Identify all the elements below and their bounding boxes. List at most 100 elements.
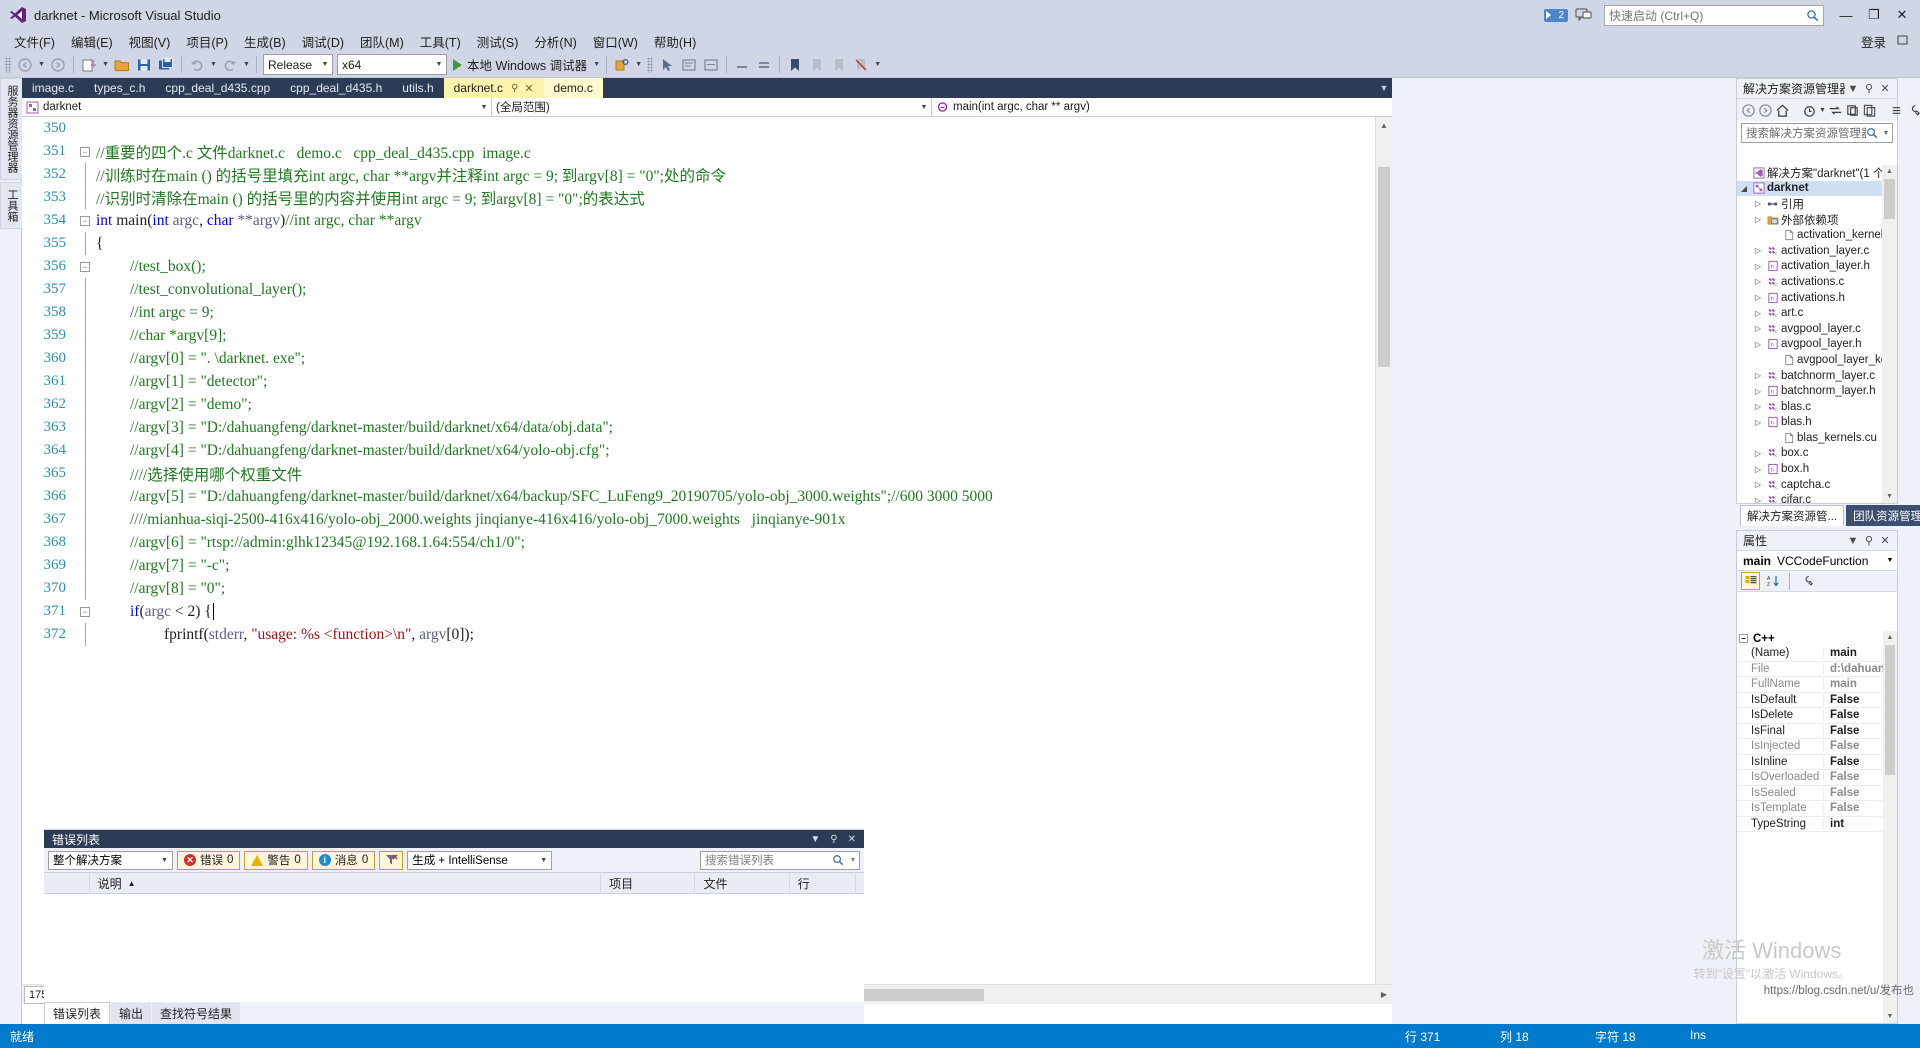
open-file-icon[interactable] — [111, 54, 133, 75]
code-line[interactable]: 365 ////选择使用哪个权重文件 — [22, 462, 1375, 485]
tab-types-c-h[interactable]: types_c.h — [84, 78, 155, 98]
tree-item[interactable]: ▷ c activation_layer.c — [1737, 243, 1897, 259]
fold-column[interactable] — [74, 531, 96, 554]
code-line[interactable]: 366 //argv[5] = "D:/dahuangfeng/darknet-m… — [22, 485, 1375, 508]
fold-column[interactable] — [74, 623, 96, 646]
error-list-search-input[interactable]: 搜索错误列表 ▼ — [700, 850, 860, 870]
chevron-down-icon[interactable]: ▼ — [847, 857, 859, 864]
tree-item[interactable]: ▷ c activations.c — [1737, 274, 1897, 290]
tree-item[interactable]: ▷ c art.c — [1737, 305, 1897, 321]
collapse-region-icon[interactable]: − — [80, 146, 90, 157]
expand-arrow-icon[interactable]: ▷ — [1751, 387, 1765, 396]
close-icon[interactable]: ✕ — [1877, 534, 1893, 547]
pin-icon[interactable]: ⚲ — [1861, 82, 1877, 95]
error-list-body[interactable] — [44, 894, 864, 1002]
collapse-box-icon[interactable]: − — [1739, 634, 1748, 643]
redo-icon[interactable] — [219, 54, 241, 75]
bookmark-prev-icon[interactable] — [806, 54, 828, 75]
fold-column[interactable] — [74, 508, 96, 531]
menu-help[interactable]: 帮助(H) — [646, 30, 704, 53]
bookmark-icon[interactable] — [784, 54, 806, 75]
scroll-right-icon[interactable]: ▶ — [1376, 990, 1392, 999]
tree-item[interactable]: ▷ c avgpool_layer.c — [1737, 321, 1897, 337]
expand-arrow-icon[interactable]: ▷ — [1751, 293, 1765, 302]
tree-item[interactable]: activation_kernels.cu — [1737, 227, 1897, 243]
navigate-backward-icon[interactable] — [14, 54, 36, 75]
properties-category-row[interactable]: − C++ — [1737, 631, 1897, 646]
fold-column[interactable] — [74, 186, 96, 209]
tab-find-symbol-results[interactable]: 查找符号结果 — [152, 1003, 241, 1024]
tree-item[interactable]: ▷ h batchnorm_layer.h — [1737, 383, 1897, 399]
pin-icon[interactable]: ⚲ — [830, 834, 837, 845]
property-row[interactable]: IsInline False — [1737, 755, 1897, 770]
sync-icon[interactable] — [1828, 101, 1843, 120]
collapse-region-icon[interactable]: − — [80, 215, 90, 226]
code-line[interactable]: 372 fprintf(stderr, "usage: %s <function>… — [22, 623, 1375, 646]
property-row[interactable]: IsFinal False — [1737, 724, 1897, 739]
server-explorer-tab[interactable]: 服务器资源管理器 — [0, 78, 24, 180]
expand-collapse-icon[interactable] — [1889, 101, 1904, 120]
fold-column[interactable]: − — [74, 255, 96, 278]
property-row[interactable]: TypeString int — [1737, 817, 1897, 832]
code-line[interactable]: 354 − int main(int argc, char **argv)//int… — [22, 209, 1375, 232]
fold-column[interactable] — [74, 370, 96, 393]
property-row[interactable]: IsTemplate False — [1737, 801, 1897, 817]
code-line[interactable]: 364 //argv[4] = "D:/dahuangfeng/darknet-m… — [22, 439, 1375, 462]
tab-image-c[interactable]: image.c — [22, 78, 84, 98]
menu-debug[interactable]: 调试(D) — [294, 30, 352, 53]
categorized-view-icon[interactable] — [1741, 572, 1760, 590]
expand-arrow-icon[interactable]: ▷ — [1751, 480, 1765, 489]
menu-edit[interactable]: 编辑(E) — [63, 30, 121, 53]
restore-down-icon[interactable] — [1896, 33, 1912, 50]
tree-item[interactable]: ▷ c cifar.c — [1737, 492, 1897, 503]
tree-item[interactable]: ▷ c captcha.c — [1737, 477, 1897, 493]
menu-project[interactable]: 项目(P) — [178, 30, 236, 53]
code-line[interactable]: 370 //argv[8] = "0"; — [22, 577, 1375, 600]
tree-item[interactable]: blas_kernels.cu — [1737, 430, 1897, 446]
menu-team[interactable]: 团队(M) — [352, 30, 412, 53]
expand-arrow-icon[interactable]: ▷ — [1751, 465, 1765, 474]
solution-tree-scrollbar[interactable]: ▲ ▼ — [1882, 165, 1897, 503]
tab-demo-c[interactable]: demo.c — [543, 78, 603, 98]
project-scope-combo[interactable]: darknet ▼ — [22, 97, 492, 117]
fold-column[interactable] — [74, 278, 96, 301]
bookmark-clear-icon[interactable] — [850, 54, 872, 75]
uncomment-selection-icon[interactable] — [700, 54, 722, 75]
tree-item[interactable]: ▷ 引用 — [1737, 196, 1897, 212]
new-project-dropdown-icon[interactable]: ▼ — [100, 54, 111, 75]
home-icon[interactable] — [1775, 101, 1790, 120]
col-description[interactable]: 说明 ▲ — [90, 872, 602, 894]
toolbox-tab[interactable]: 工具箱 — [0, 182, 24, 229]
code-line[interactable]: 362 //argv[2] = "demo"; — [22, 393, 1375, 416]
fold-column[interactable] — [74, 416, 96, 439]
code-line[interactable]: 357 //test_convolutional_layer(); — [22, 278, 1375, 301]
properties-icon[interactable] — [1906, 101, 1920, 120]
tree-item[interactable]: ▷ c box.c — [1737, 446, 1897, 462]
pointer-icon[interactable] — [656, 54, 678, 75]
pin-icon[interactable]: ⚲ — [1861, 534, 1877, 547]
forward-icon[interactable] — [1758, 101, 1773, 120]
tab-cpp-deal-h[interactable]: cpp_deal_d435.h — [280, 78, 392, 98]
fold-column[interactable] — [74, 301, 96, 324]
dropdown-icon[interactable]: ▼ — [1845, 535, 1861, 547]
tree-item[interactable]: ▷ h activations.h — [1737, 290, 1897, 306]
solution-node-row[interactable]: 解决方案"darknet"(1 个项目 — [1737, 165, 1897, 181]
scroll-thumb[interactable] — [1885, 645, 1895, 775]
project-node-row[interactable]: ◢ darknet — [1737, 180, 1897, 197]
clear-filters-button[interactable] — [379, 850, 404, 870]
warnings-filter-button[interactable]: 警告 0 — [244, 850, 308, 870]
code-line[interactable]: 355 { — [22, 232, 1375, 255]
fold-column[interactable] — [74, 324, 96, 347]
expand-arrow-icon[interactable]: ▷ — [1751, 246, 1765, 255]
fold-column[interactable] — [74, 485, 96, 508]
pin-icon[interactable]: ⚲ — [511, 83, 518, 94]
tab-solution-explorer[interactable]: 解决方案资源管... — [1740, 505, 1845, 526]
code-line[interactable]: 351 −//重要的四个.c 文件darknet.c demo.c cpp_dea… — [22, 140, 1375, 163]
property-row[interactable]: IsOverloaded False — [1737, 770, 1897, 786]
signin-link[interactable]: 登录 — [1861, 32, 1886, 51]
menu-file[interactable]: 文件(F) — [6, 30, 63, 53]
solution-explorer-search-input[interactable]: 搜索解决方案资源管理器(Ctrl+; ▼ — [1741, 123, 1893, 143]
minimize-button[interactable]: — — [1832, 1, 1860, 29]
property-row[interactable]: (Name) main — [1737, 646, 1897, 662]
new-project-icon[interactable] — [78, 54, 100, 75]
